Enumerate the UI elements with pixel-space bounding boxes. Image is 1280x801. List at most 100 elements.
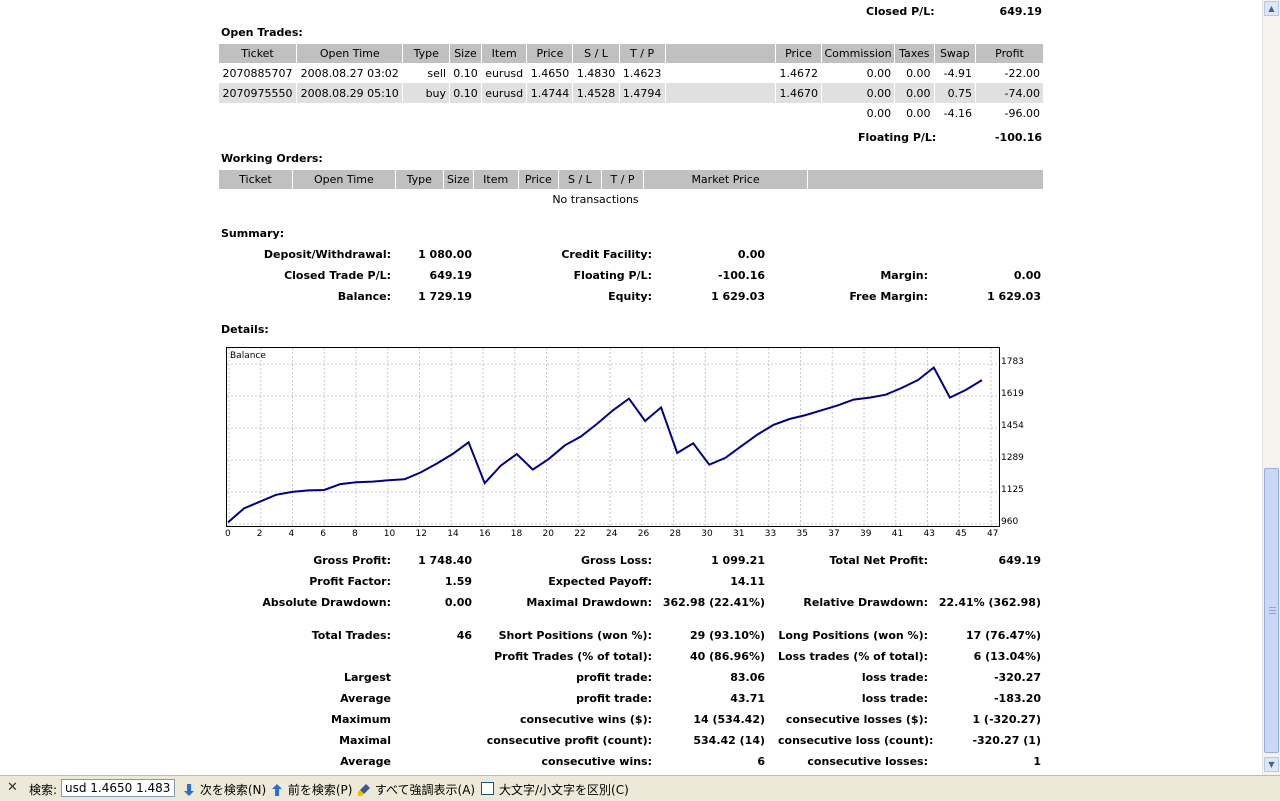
cell-commission: 0.00 xyxy=(822,83,895,103)
long-positions-value: 17 (76.47%) xyxy=(965,629,1041,642)
cell-open-time: 2008.08.27 03:02 xyxy=(300,66,399,80)
x-tick-label: 30 xyxy=(701,529,713,539)
find-next-button[interactable]: 次を検索(N) xyxy=(182,781,266,798)
cell-swap: 0.75 xyxy=(934,83,976,103)
col-ticket: Ticket xyxy=(219,170,292,189)
find-bar: ✕ 検索: 次を検索(N) 前を検索(P) すべて強調表示(A) 大文字/小文字… xyxy=(0,775,1280,801)
find-label: 検索: xyxy=(29,783,58,797)
table-row: No transactions xyxy=(219,189,1043,209)
balance-chart-svg xyxy=(227,348,999,526)
summary-floating-value: -100.16 xyxy=(717,269,765,282)
x-tick-label: 37 xyxy=(828,529,840,539)
profit-factor-value: 1.59 xyxy=(444,575,472,588)
deposit-value: 1 080.00 xyxy=(418,248,472,261)
x-tick-label: 12 xyxy=(415,529,427,539)
floating-pl-label: Floating P/L: xyxy=(858,131,937,144)
grip-line xyxy=(1269,607,1276,608)
avg-consec-wins-label: consecutive wins: xyxy=(541,755,652,768)
max-consec-wins-value: 14 (534.42) xyxy=(693,713,765,726)
maximal-label: Maximal xyxy=(339,734,391,747)
scroll-up-button[interactable]: ▲ xyxy=(1264,1,1279,16)
largest-profit-value: 83.06 xyxy=(730,671,765,684)
avg-consec-wins-value: 6 xyxy=(757,755,765,768)
col-ticket: Ticket xyxy=(219,44,296,63)
x-tick-label: 24 xyxy=(606,529,618,539)
open-trades-title: Open Trades: xyxy=(221,26,303,39)
avg-consec-losses-label: consecutive losses: xyxy=(807,755,928,768)
find-input[interactable] xyxy=(61,779,175,797)
maximal-drawdown-value: 362.98 (22.41%) xyxy=(662,596,765,609)
margin-value: 0.00 xyxy=(1013,269,1041,282)
x-tick-label: 33 xyxy=(764,529,777,539)
vertical-scrollbar[interactable]: ▲ ▼ xyxy=(1262,0,1280,775)
x-tick-label: 20 xyxy=(542,529,554,539)
details-title: Details: xyxy=(221,323,269,336)
close-find-icon[interactable]: ✕ xyxy=(7,780,18,795)
avg-consec-losses-value: 1 xyxy=(1033,755,1041,768)
cell-blank xyxy=(665,83,775,103)
total-taxes: 0.00 xyxy=(906,106,931,120)
cell-type: sell xyxy=(427,66,447,80)
arrow-up-icon xyxy=(272,784,282,796)
average-profit-label: profit trade: xyxy=(576,692,652,705)
closed-trade-value: 649.19 xyxy=(429,269,472,282)
cell-swap: -4.91 xyxy=(943,66,973,80)
col-price: Price xyxy=(518,170,559,189)
max-consec-wins-label: consecutive wins ($): xyxy=(519,713,652,726)
cell-open-time: 2008.08.29 05:10 xyxy=(296,83,403,103)
absolute-drawdown-label: Absolute Drawdown: xyxy=(262,596,391,609)
cell-item: eurusd xyxy=(485,66,524,80)
max-consec-losses-label: consecutive losses ($): xyxy=(785,713,928,726)
short-positions-label: Short Positions (won %): xyxy=(498,629,652,642)
max-consec-losses-value: 1 (-320.27) xyxy=(972,713,1041,726)
long-positions-label: Long Positions (won %): xyxy=(778,629,928,642)
no-transactions: No transactions xyxy=(219,189,1043,209)
cell-tp: 1.4794 xyxy=(619,83,665,103)
largest-label: Largest xyxy=(344,671,391,684)
x-tick-label: 26 xyxy=(637,529,650,539)
scroll-down-button[interactable]: ▼ xyxy=(1264,757,1279,772)
highlight-all-button[interactable]: すべて強調表示(A) xyxy=(357,781,475,798)
col-swap: Swap xyxy=(934,44,976,63)
col-blank xyxy=(807,170,1043,189)
maximum-label: Maximum xyxy=(331,713,391,726)
largest-loss-value: -320.27 xyxy=(993,671,1041,684)
free-margin-label: Free Margin: xyxy=(849,290,928,303)
average-profit-value: 43.71 xyxy=(730,692,765,705)
x-tick-label: 47 xyxy=(987,529,999,539)
loss-trades-label: Loss trades (% of total): xyxy=(778,650,929,663)
scroll-thumb[interactable] xyxy=(1264,468,1279,753)
equity-value: 1 629.03 xyxy=(711,290,765,303)
cell-commission: 0.00 xyxy=(866,66,892,80)
average-loss-value: -183.20 xyxy=(993,692,1041,705)
summary-title: Summary: xyxy=(221,227,285,240)
grip-line xyxy=(1269,613,1276,614)
working-orders-table: Ticket Open Time Type Size Item Price S … xyxy=(218,170,1044,209)
open-trades-table: Ticket Open Time Type Size Item Price S … xyxy=(218,44,1044,123)
max-consec-loss-value: -320.27 (1) xyxy=(972,734,1041,747)
arrow-down-icon xyxy=(184,784,194,796)
x-tick-label: 43 xyxy=(923,529,935,539)
cell-price: 1.4650 xyxy=(530,66,570,80)
cell-item: eurusd xyxy=(481,83,527,103)
x-tick-label: 39 xyxy=(860,529,872,539)
loss-trades-value: 6 (13.04%) xyxy=(973,650,1041,663)
x-tick-label: 8 xyxy=(352,529,358,539)
match-case-checkbox[interactable] xyxy=(481,782,494,795)
cell-size: 0.10 xyxy=(453,66,478,80)
average-loss-label: loss trade: xyxy=(861,692,928,705)
col-sl: S / L xyxy=(559,170,601,189)
maximal-drawdown-label: Maximal Drawdown: xyxy=(526,596,652,609)
expected-payoff-value: 14.11 xyxy=(730,575,765,588)
find-prev-button[interactable]: 前を検索(P) xyxy=(270,781,352,798)
col-type: Type xyxy=(395,170,443,189)
expected-payoff-label: Expected Payoff: xyxy=(548,575,652,588)
deposit-label: Deposit/Withdrawal: xyxy=(263,248,391,261)
col-size: Size xyxy=(450,44,481,63)
x-tick-label: 28 xyxy=(669,529,681,539)
cell-taxes: 0.00 xyxy=(906,66,931,80)
totals-row: 0.00 0.00 -4.16 -96.00 xyxy=(219,103,1043,123)
x-tick-label: 14 xyxy=(447,529,459,539)
x-tick-label: 18 xyxy=(510,529,523,539)
cell-ticket: 2070885707 xyxy=(222,66,293,80)
